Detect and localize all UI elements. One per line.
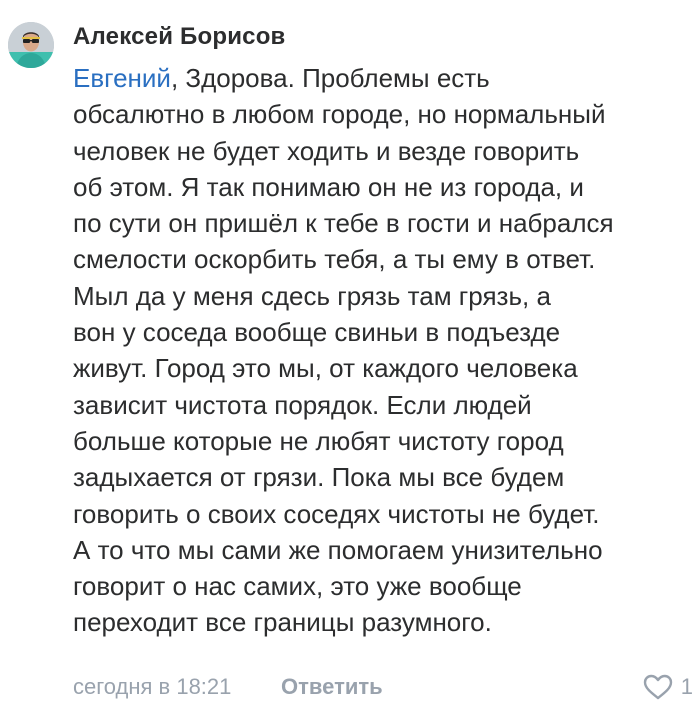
comment-text: Евгений, Здорова. Проблемы есть обсалютн… [73, 60, 693, 641]
comment-line: говорить о своих соседях чистоты не буде… [73, 498, 600, 529]
comment-line: А то что мы сами же помогаем унизительно [73, 534, 603, 565]
comment-line: обсалютно в любом городе, но нормальный [73, 99, 606, 130]
comment-line-text: , Здорова. Проблемы есть [170, 63, 490, 93]
comment-line: Мыл да у меня сдесь грязь там грязь, а [73, 280, 551, 311]
mention-link[interactable]: Евгений [73, 63, 171, 93]
reply-button[interactable]: Ответить [281, 674, 383, 700]
like-button[interactable]: 1 [643, 670, 693, 704]
comment-timestamp[interactable]: сегодня в 18:21 [73, 674, 231, 700]
comment-line: живут. Город это мы, от каждого человека [73, 353, 578, 384]
comment-item: Алексей Борисов Евгений, Здорова. Пробле… [0, 0, 700, 726]
comment-line: зависит чистота порядок. Если людей [73, 389, 532, 420]
comment-line: об этом. Я так понимаю он не из города, … [73, 171, 584, 202]
comment-line: задыхается от грязи. Пока мы все будем [73, 462, 565, 493]
comment-footer: сегодня в 18:21 Ответить 1 [73, 670, 693, 704]
avatar-image [8, 22, 54, 68]
heart-outline-icon [643, 674, 673, 700]
comment-line: говорит о нас самих, это уже вообще [73, 571, 522, 602]
author-avatar[interactable] [8, 22, 54, 68]
comment-line: по сути он пришёл к тебе в гости и набра… [73, 208, 614, 239]
comment-line: больше которые не любят чистоту город [73, 425, 564, 456]
comment-line: смелости оскорбить тебя, а ты ему в отве… [73, 244, 596, 275]
comment-line: человек не будет ходить и везде говорить [73, 135, 580, 166]
like-count: 1 [680, 674, 693, 699]
comment-line: вон у соседа вообще свиньи в подъезде [73, 317, 561, 348]
comment-line: переходит все границы разумного. [73, 607, 492, 638]
author-name[interactable]: Алексей Борисов [73, 23, 286, 51]
comment-line: Евгений, Здорова. Проблемы есть [73, 60, 693, 96]
